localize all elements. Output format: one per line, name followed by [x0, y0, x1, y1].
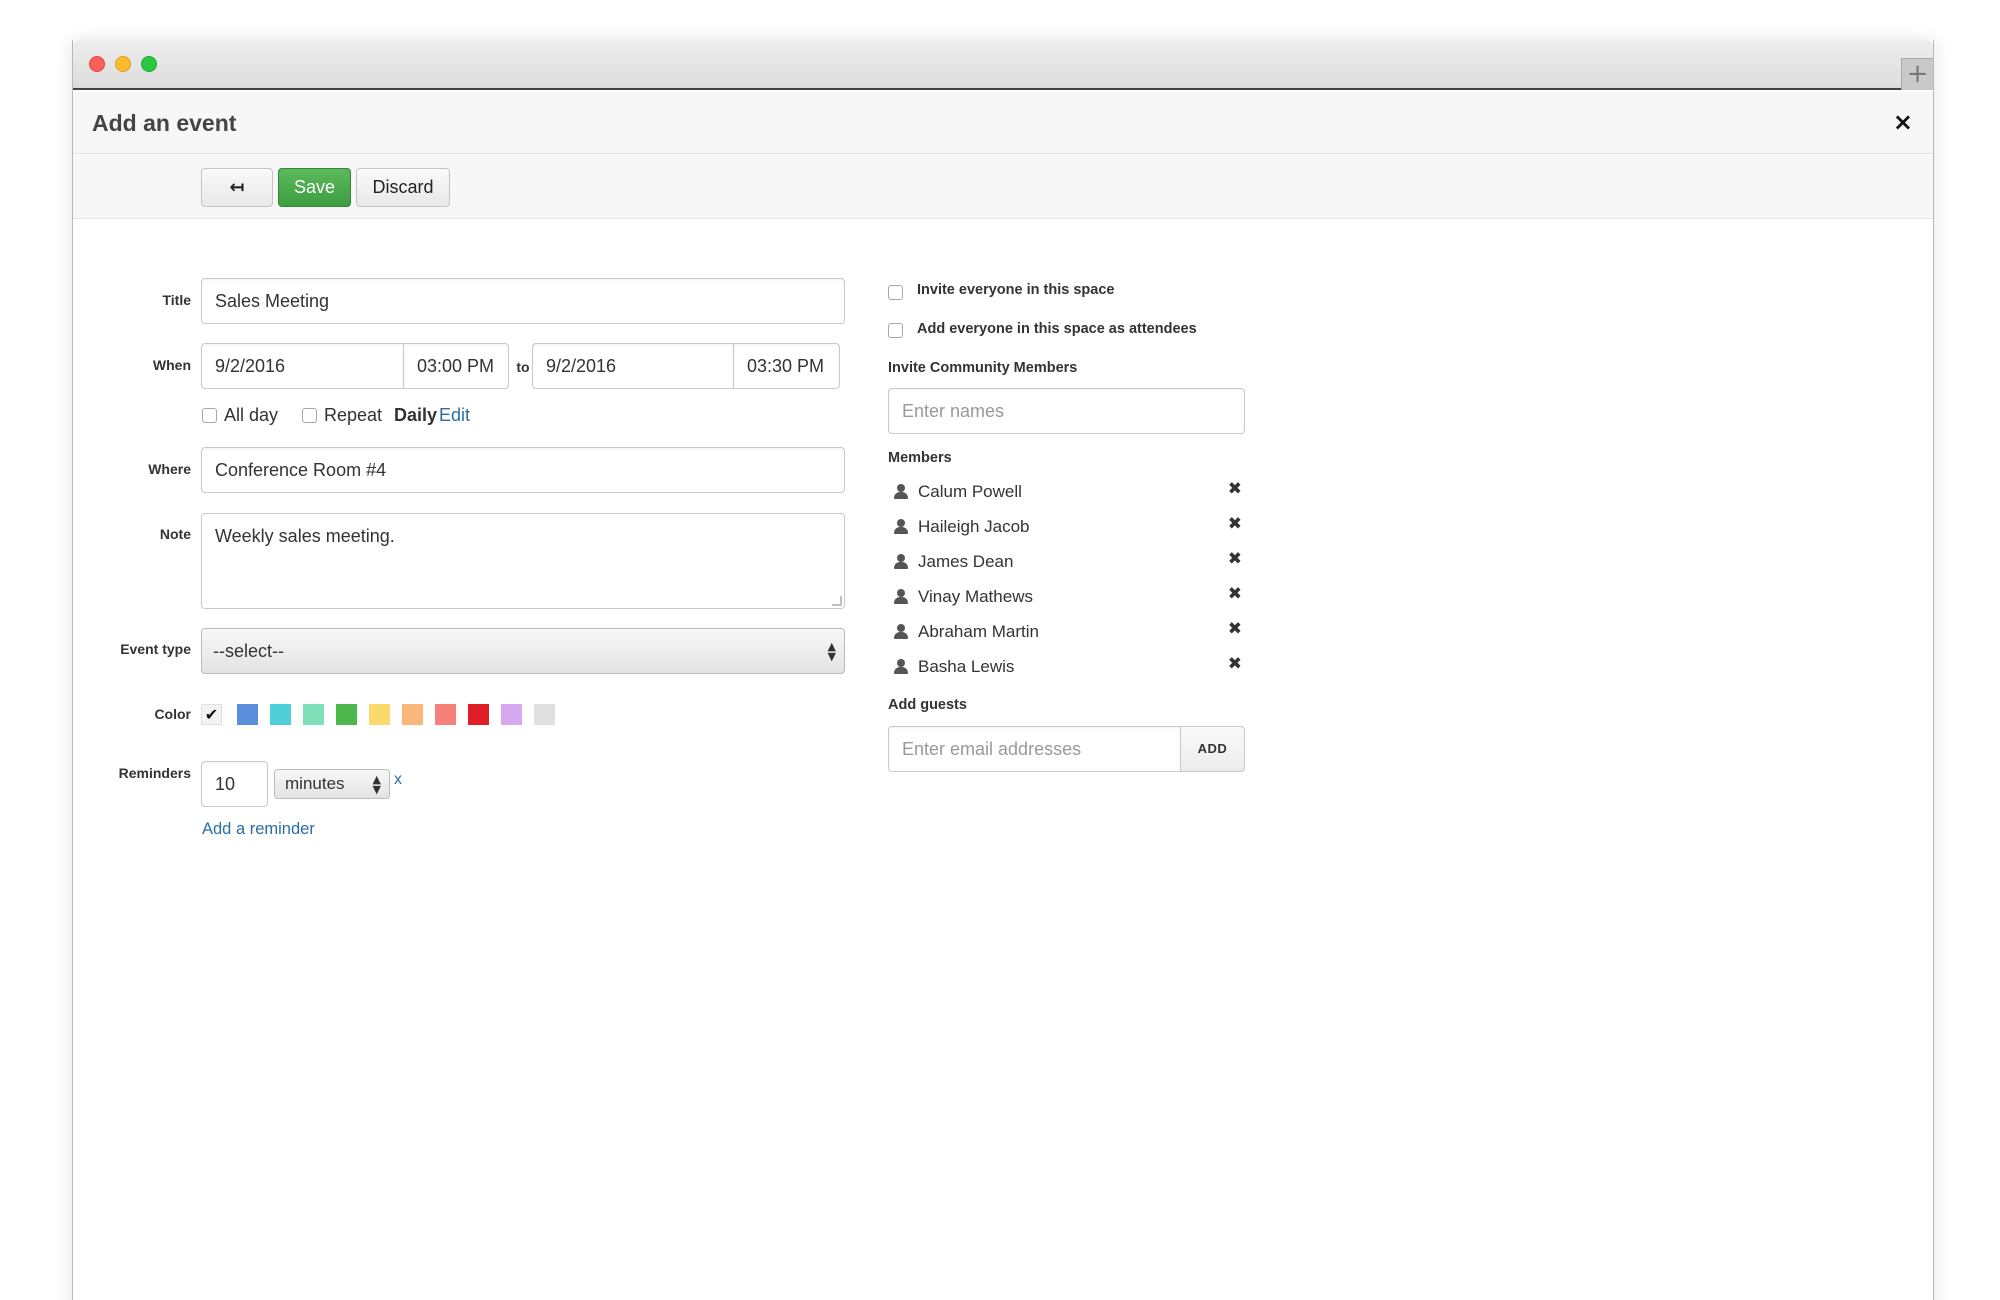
end-date-input[interactable]: 9/2/2016 [532, 343, 734, 389]
member-row: Haileigh Jacob ✖ [888, 514, 1248, 540]
color-swatch-default[interactable]: ✔ [201, 704, 222, 725]
members-list: Calum Powell ✖ Haileigh Jacob ✖ James Dean ✖ V… [888, 479, 1248, 676]
when-label: When [152, 357, 191, 373]
guest-email-input[interactable]: Enter email addresses [888, 726, 1181, 772]
remove-member-icon[interactable]: ✖ [1228, 479, 1242, 499]
color-swatch-7[interactable] [435, 704, 456, 725]
member-name: Vinay Mathews [918, 587, 1033, 606]
where-label: Where [148, 461, 191, 477]
minimize-window-button[interactable] [115, 56, 131, 72]
dialog-title: Add an event [92, 110, 237, 136]
start-time-input[interactable]: 03:00 PM [404, 343, 509, 389]
invite-everyone-checkbox[interactable] [888, 285, 903, 300]
remove-member-icon[interactable]: ✖ [1228, 619, 1242, 639]
member-name: Basha Lewis [918, 657, 1015, 676]
user-icon [894, 519, 908, 535]
select-arrows-icon: ▲ ▼ [372, 773, 381, 796]
to-label: to [516, 359, 530, 375]
color-swatch-9[interactable] [501, 704, 522, 725]
browser-window: + Add an event × ↤ Save Discard Title Sa… [72, 40, 1934, 1300]
event-type-select[interactable]: --select-- ▲ ▼ [201, 628, 845, 674]
member-row: James Dean ✖ [888, 549, 1248, 575]
event-type-value: --select-- [213, 641, 284, 661]
members-label: Members [888, 450, 952, 466]
all-day-checkbox[interactable] [202, 408, 217, 423]
remove-reminder-link[interactable]: x [394, 771, 402, 789]
add-guests-label: Add guests [888, 697, 967, 713]
color-swatch-10[interactable] [534, 704, 555, 725]
color-swatch-6[interactable] [402, 704, 423, 725]
reminder-unit-select[interactable]: minutes ▲ ▼ [274, 769, 390, 799]
add-guest-button[interactable]: ADD [1180, 726, 1245, 772]
add-everyone-checkbox[interactable] [888, 323, 903, 338]
invite-community-label: Invite Community Members [888, 360, 1078, 376]
member-row: Basha Lewis ✖ [888, 654, 1248, 680]
user-icon [894, 589, 908, 605]
remove-member-icon[interactable]: ✖ [1228, 584, 1242, 604]
new-tab-icon[interactable]: + [1901, 58, 1933, 90]
color-swatch-8[interactable] [468, 704, 489, 725]
close-icon[interactable]: × [1893, 108, 1913, 136]
reminder-amount-input[interactable]: 10 [201, 761, 268, 807]
member-row: Vinay Mathews ✖ [888, 584, 1248, 610]
color-swatch-1[interactable] [237, 704, 258, 725]
where-input[interactable]: Conference Room #4 [201, 447, 845, 493]
maximize-window-button[interactable] [141, 56, 157, 72]
invite-names-input[interactable]: Enter names [888, 388, 1245, 434]
member-name: James Dean [918, 552, 1014, 571]
note-textarea[interactable]: Weekly sales meeting. [201, 513, 845, 609]
color-swatch-3[interactable] [303, 704, 324, 725]
add-everyone-label: Add everyone in this space as attendees [917, 321, 1197, 337]
reminder-unit-value: minutes [285, 774, 345, 793]
event-form: Title Sales Meeting When 9/2/2016 03:00 … [73, 220, 1933, 1300]
note-label: Note [159, 526, 191, 542]
member-name: Haileigh Jacob [918, 517, 1030, 536]
member-name: Calum Powell [918, 482, 1022, 501]
invite-everyone-label: Invite everyone in this space [917, 282, 1115, 298]
repeat-checkbox[interactable] [302, 408, 317, 423]
dialog-header: Add an event × [73, 92, 1933, 154]
member-name: Abraham Martin [918, 622, 1039, 641]
user-icon [894, 624, 908, 640]
remove-member-icon[interactable]: ✖ [1228, 514, 1242, 534]
window-titlebar: + [73, 40, 1933, 90]
discard-button[interactable]: Discard [356, 168, 450, 207]
all-day-label: All day [224, 405, 279, 425]
end-time-input[interactable]: 03:30 PM [734, 343, 840, 389]
color-swatch-2[interactable] [270, 704, 291, 725]
add-reminder-link[interactable]: Add a reminder [202, 820, 315, 839]
title-input[interactable]: Sales Meeting [201, 278, 845, 324]
select-arrows-icon: ▲ ▼ [827, 640, 836, 663]
color-swatch-4[interactable] [336, 704, 357, 725]
back-button[interactable]: ↤ [201, 168, 273, 207]
title-label: Title [162, 292, 191, 308]
note-text: Weekly sales meeting. [215, 526, 395, 546]
toolbar: ↤ Save Discard [73, 155, 1933, 219]
close-window-button[interactable] [89, 56, 105, 72]
repeat-label: Repeat [324, 405, 383, 425]
repeat-frequency: Daily [394, 405, 438, 425]
start-date-input[interactable]: 9/2/2016 [201, 343, 404, 389]
user-icon [894, 484, 908, 500]
event-type-label: Event type [120, 641, 191, 657]
repeat-edit-link[interactable]: Edit [439, 405, 470, 426]
reminders-label: Reminders [118, 765, 191, 781]
member-row: Abraham Martin ✖ [888, 619, 1248, 645]
color-label: Color [154, 706, 191, 722]
color-swatch-5[interactable] [369, 704, 390, 725]
remove-member-icon[interactable]: ✖ [1228, 549, 1242, 569]
resize-grip-icon[interactable] [832, 596, 842, 606]
user-icon [894, 554, 908, 570]
color-picker: ✔ [201, 704, 601, 726]
remove-member-icon[interactable]: ✖ [1228, 654, 1242, 674]
member-row: Calum Powell ✖ [888, 479, 1248, 505]
user-icon [894, 659, 908, 675]
save-button[interactable]: Save [278, 168, 351, 207]
